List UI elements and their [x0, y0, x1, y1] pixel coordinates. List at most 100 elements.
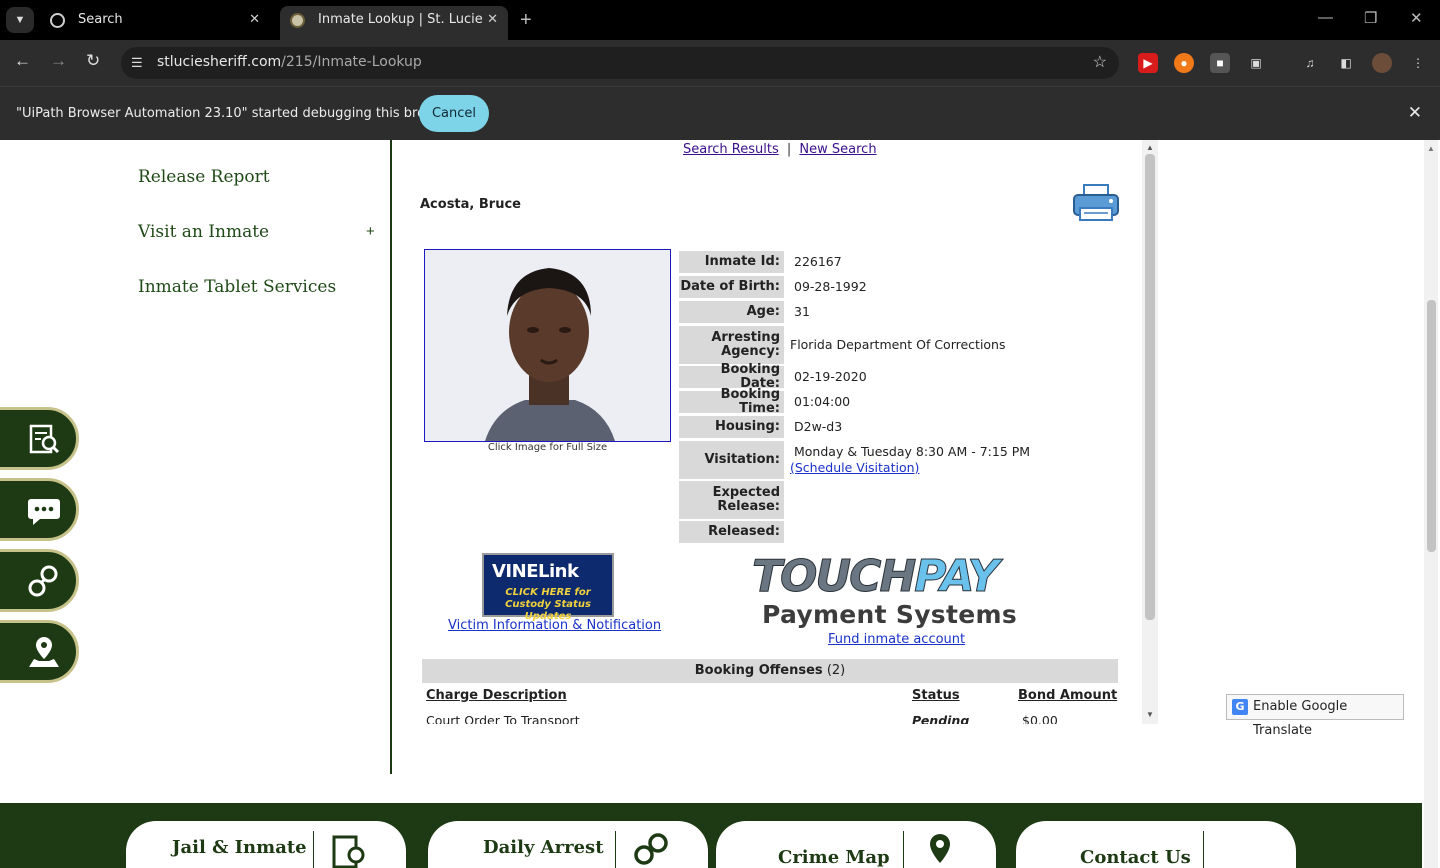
- footer-card-label: Jail & Inmate: [172, 837, 307, 858]
- field-label: Housing:: [679, 416, 784, 438]
- sidebar-item-release-report[interactable]: Release Report: [138, 167, 270, 187]
- field-value: Florida Department Of Corrections: [790, 337, 1006, 352]
- touchpay-logo[interactable]: TOUCHPAY Payment Systems: [751, 551, 1044, 630]
- close-infobar-icon[interactable]: ✕: [1408, 103, 1422, 123]
- page-viewport: Release Report Visit an Inmate + Inmate …: [0, 140, 1440, 868]
- field-label: Visitation:: [679, 441, 784, 479]
- field-value: 09-28-1992: [794, 279, 867, 294]
- url-text: stluciesheriff.com/215/Inmate-Lookup: [157, 54, 422, 70]
- back-icon[interactable]: ←: [14, 51, 31, 71]
- cancel-debugging-button[interactable]: Cancel: [419, 95, 489, 132]
- extension-orange-icon[interactable]: ●: [1174, 53, 1194, 73]
- footer-card-separator: [313, 831, 314, 868]
- sidebar-divider: [390, 140, 392, 774]
- frame-scroll-thumb[interactable]: [1145, 154, 1155, 620]
- close-tab-icon[interactable]: ✕: [249, 6, 260, 34]
- footer-card-contact-us[interactable]: Contact Us: [1016, 821, 1296, 868]
- footer-card-crime-map[interactable]: Crime Map: [716, 821, 996, 868]
- field-label: Expected Release:: [679, 481, 784, 519]
- forward-icon[interactable]: →: [50, 51, 67, 71]
- footer-card-label: Daily Arrest: [483, 837, 604, 858]
- offense-status: Pending: [912, 713, 970, 724]
- reload-icon[interactable]: ↻: [86, 51, 100, 71]
- crime-map-button[interactable]: [0, 620, 79, 683]
- footer-card-label: Crime Map: [778, 847, 890, 868]
- tab-inmate-lookup[interactable]: Inmate Lookup | St. Lucie Co Sh ✕: [280, 6, 508, 40]
- mugshot-image: [425, 250, 670, 441]
- report-search-icon: [332, 835, 365, 868]
- vinelink-logo: VINELink: [492, 561, 579, 582]
- new-search-link[interactable]: New Search: [799, 142, 876, 157]
- expand-visit-icon[interactable]: +: [366, 223, 375, 240]
- page-scroll-thumb[interactable]: [1427, 300, 1436, 552]
- globe-icon: [50, 13, 65, 28]
- printer-icon[interactable]: [1072, 184, 1120, 222]
- minimize-icon[interactable]: —: [1318, 9, 1333, 26]
- report-search-button[interactable]: [0, 407, 79, 470]
- handcuffs-icon: [28, 565, 58, 597]
- extensions-puzzle-icon[interactable]: ▣: [1246, 53, 1266, 73]
- close-window-icon[interactable]: ✕: [1410, 9, 1423, 27]
- field-value: 01:04:00: [794, 394, 851, 409]
- scroll-up-icon[interactable]: ▲: [1427, 144, 1435, 153]
- field-value: 31: [794, 304, 810, 319]
- inmate-photo[interactable]: [424, 249, 671, 442]
- footer-card-separator: [903, 831, 904, 868]
- inmate-name: Acosta, Bruce: [420, 197, 521, 212]
- photo-caption: Click Image for Full Size: [487, 442, 608, 453]
- toolbar: ← → ↻ ☰ stluciesheriff.com/215/Inmate-Lo…: [0, 40, 1440, 86]
- tab-search-menu-button[interactable]: ▼: [6, 7, 34, 33]
- debug-infobar: "UiPath Browser Automation 23.10" starte…: [0, 86, 1440, 140]
- column-charge-description: Charge Description: [426, 688, 567, 703]
- field-label: Date of Birth:: [679, 276, 784, 298]
- footer-card-separator: [615, 831, 616, 868]
- field-label: Arresting Agency:: [679, 326, 784, 364]
- field-value: D2w-d3: [794, 419, 843, 434]
- profile-avatar[interactable]: [1372, 53, 1392, 73]
- offense-bond: $0.00: [1022, 713, 1058, 724]
- result-navigation: Search Results | New Search: [683, 142, 877, 157]
- url-path: /215/Inmate-Lookup: [281, 54, 422, 70]
- field-value: 226167: [794, 254, 842, 269]
- victim-information-link[interactable]: Victim Information & Notification: [448, 618, 661, 633]
- report-search-icon: [29, 424, 60, 454]
- sheriff-badge-icon: [290, 13, 305, 28]
- touchpay-brand-pay: PAY: [914, 551, 1000, 602]
- search-results-link[interactable]: Search Results: [683, 142, 779, 157]
- new-tab-button[interactable]: +: [520, 8, 532, 32]
- schedule-visitation-link[interactable]: (Schedule Visitation): [790, 460, 919, 475]
- sidebar-item-inmate-tablet-services[interactable]: Inmate Tablet Services: [138, 277, 336, 297]
- close-tab-icon[interactable]: ✕: [487, 6, 498, 34]
- tab-search[interactable]: Search ✕: [40, 6, 270, 40]
- address-bar[interactable]: ☰ stluciesheriff.com/215/Inmate-Lookup ☆: [121, 47, 1119, 79]
- field-value: 02-19-2020: [794, 369, 867, 384]
- field-label: Inmate Id:: [679, 251, 784, 273]
- footer-card-jail-inmate[interactable]: Jail & Inmate: [126, 821, 406, 868]
- more-menu-icon[interactable]: ⋮: [1408, 53, 1428, 73]
- site-info-icon[interactable]: ☰: [131, 55, 143, 71]
- touchpay-tagline: Payment Systems: [762, 600, 1018, 629]
- scroll-up-icon[interactable]: ▲: [1146, 143, 1154, 152]
- page-scrollbar[interactable]: ▲: [1424, 140, 1438, 868]
- column-bond-amount: Bond Amount: [1018, 688, 1118, 703]
- bookmark-star-icon[interactable]: ☆: [1093, 52, 1107, 72]
- map-pin-icon: [930, 834, 950, 863]
- footer-card-daily-arrest[interactable]: Daily Arrest: [428, 821, 708, 868]
- frame-scrollbar[interactable]: ▲ ▼: [1142, 140, 1158, 724]
- arrests-button[interactable]: [0, 549, 79, 612]
- robot-extension-icon[interactable]: ■: [1210, 53, 1230, 73]
- google-translate-button[interactable]: G Enable Google Translate: [1226, 694, 1404, 738]
- side-panel-icon[interactable]: ◧: [1336, 53, 1356, 73]
- restore-icon[interactable]: ❐: [1364, 9, 1377, 27]
- scroll-down-icon[interactable]: ▼: [1146, 710, 1154, 719]
- chat-button[interactable]: [0, 478, 79, 541]
- fund-inmate-account-link[interactable]: Fund inmate account: [828, 632, 965, 647]
- youtube-extension-icon[interactable]: ▶: [1138, 53, 1158, 73]
- vinelink-banner[interactable]: VINELink CLICK HERE for Custody Status U…: [482, 553, 614, 622]
- sidebar-item-visit-an-inmate[interactable]: Visit an Inmate: [138, 222, 269, 242]
- infobar-message: "UiPath Browser Automation 23.10" starte…: [16, 106, 456, 121]
- footer-card-separator: [1203, 831, 1204, 868]
- media-control-icon[interactable]: ♫: [1300, 53, 1320, 73]
- footer-card-label: Contact Us: [1080, 847, 1191, 868]
- tab-title: Inmate Lookup | St. Lucie Co Sh: [318, 12, 483, 27]
